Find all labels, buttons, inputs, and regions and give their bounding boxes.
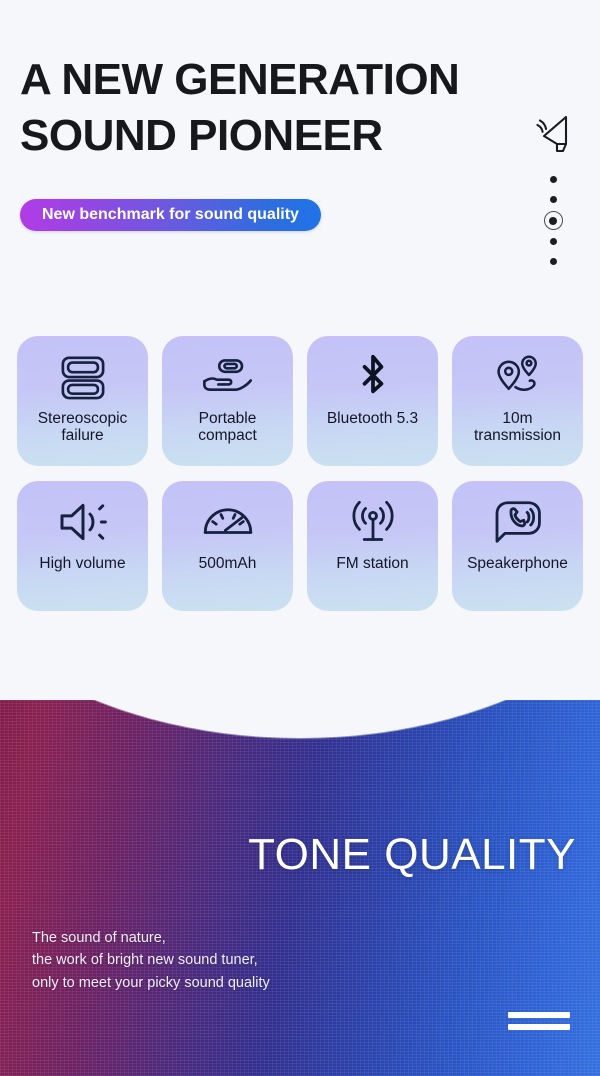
feature-card-portable[interactable]: Portable compact [162,336,293,466]
feature-card-label: 10m transmission [474,410,561,445]
pagination-dot-5[interactable] [549,258,557,265]
pagination-dot-1[interactable] [549,176,557,183]
feature-card-fm[interactable]: FM station [307,481,438,611]
page-title: A NEW GENERATION SOUND PIONEER [20,52,540,165]
map-pins-icon [452,336,583,410]
stacked-speakers-icon [17,336,148,410]
promo-page: TONE QUALITY The sound of nature, the wo… [0,0,600,1076]
bluetooth-icon [307,336,438,410]
feature-card-label: High volume [39,555,126,572]
radio-broadcast-icon [307,481,438,555]
tone-quality-description: The sound of nature, the work of bright … [32,930,270,991]
speaker-outline-icon [530,112,576,156]
feature-card-label: Speakerphone [467,555,568,572]
feature-card-volume[interactable]: High volume [17,481,148,611]
pagination-dot-3-active[interactable] [543,211,563,230]
status-badge-label: New benchmark for sound quality [42,206,299,223]
hero-section: A NEW GENERATION SOUND PIONEER New bench… [0,0,600,700]
feature-card-label: Stereoscopic failure [37,410,128,445]
feature-card-transmission[interactable]: 10m transmission [452,336,583,466]
feature-card-label: Portable compact [198,410,257,445]
feature-card-speakerphone[interactable]: Speakerphone [452,481,583,611]
hand-holding-device-icon [162,336,293,410]
pagination-dots[interactable] [539,176,567,265]
volume-high-icon [17,481,148,555]
gauge-icon [162,481,293,555]
feature-card-label: FM station [336,555,409,572]
feature-card-label: 500mAh [198,555,257,572]
headline-line-1: A NEW GENERATION [20,55,460,104]
speech-bubble-phone-icon [452,481,583,555]
pagination-dot-2[interactable] [549,196,557,203]
feature-card-label: Bluetooth 5.3 [326,410,419,427]
tone-quality-title: TONE QUALITY [248,830,576,879]
pagination-dot-4[interactable] [549,238,557,245]
feature-card-bluetooth[interactable]: Bluetooth 5.3 [307,336,438,466]
feature-card-battery[interactable]: 500mAh [162,481,293,611]
headline-line-2: SOUND PIONEER [20,111,383,161]
status-badge: New benchmark for sound quality [20,199,321,231]
equals-bars-icon [508,1012,570,1030]
feature-grid: Stereoscopic failure Portable compact Bl… [17,336,583,611]
pagination-dot-3-core [549,216,557,225]
feature-card-stereoscopic[interactable]: Stereoscopic failure [17,336,148,466]
